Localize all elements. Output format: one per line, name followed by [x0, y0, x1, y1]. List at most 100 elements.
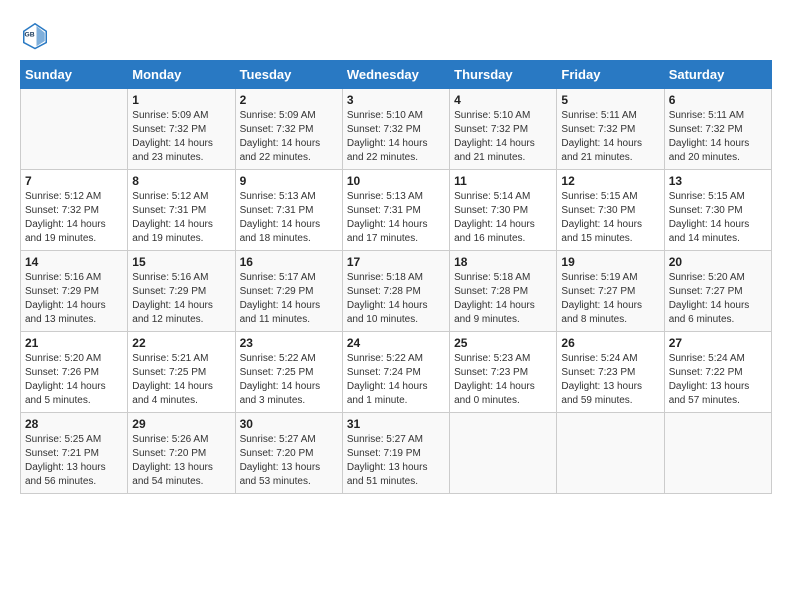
day-info: Sunrise: 5:15 AMSunset: 7:30 PMDaylight:…: [561, 190, 659, 246]
day-info: Sunrise: 5:10 AMSunset: 7:32 PMDaylight:…: [347, 109, 445, 165]
calendar-cell: 19 Sunrise: 5:19 AMSunset: 7:27 PMDayligh…: [557, 251, 664, 332]
day-number: 30: [240, 417, 338, 431]
day-number: 24: [347, 336, 445, 350]
day-info: Sunrise: 5:27 AMSunset: 7:20 PMDaylight:…: [240, 433, 338, 489]
calendar-cell: 30 Sunrise: 5:27 AMSunset: 7:20 PMDayligh…: [235, 413, 342, 494]
day-of-week-header: Tuesday: [235, 61, 342, 89]
day-of-week-header: Wednesday: [342, 61, 449, 89]
day-of-week-header: Thursday: [450, 61, 557, 89]
day-info: Sunrise: 5:24 AMSunset: 7:22 PMDaylight:…: [669, 352, 767, 408]
day-number: 9: [240, 174, 338, 188]
day-number: 19: [561, 255, 659, 269]
calendar-cell: 24Sunrise: 5:22 AMSunset: 7:24 PMDayligh…: [342, 332, 449, 413]
calendar-cell: [21, 89, 128, 170]
calendar-cell: 18Sunrise: 5:18 AMSunset: 7:28 PMDayligh…: [450, 251, 557, 332]
day-number: 13: [669, 174, 767, 188]
calendar-cell: 6Sunrise: 5:11 AMSunset: 7:32 PMDaylight…: [664, 89, 771, 170]
day-info: Sunrise: 5:16 AMSunset: 7:29 PMDaylight:…: [25, 271, 123, 327]
day-info: Sunrise: 5:12 AMSunset: 7:32 PMDaylight:…: [25, 190, 123, 246]
day-number: 15: [132, 255, 230, 269]
calendar-table: SundayMondayTuesdayWednesdayThursdayFrid…: [20, 60, 772, 494]
calendar-week-row: 21Sunrise: 5:20 AMSunset: 7:26 PMDayligh…: [21, 332, 772, 413]
day-info: Sunrise: 5:13 AMSunset: 7:31 PMDaylight:…: [347, 190, 445, 246]
day-number: 3: [347, 93, 445, 107]
day-number: 11: [454, 174, 552, 188]
day-of-week-header: Sunday: [21, 61, 128, 89]
day-number: 10: [347, 174, 445, 188]
day-number: 6: [669, 93, 767, 107]
day-of-week-header: Monday: [128, 61, 235, 89]
day-number: 8: [132, 174, 230, 188]
calendar-cell: 1 Sunrise: 5:09 AMSunset: 7:32 PMDaylight…: [128, 89, 235, 170]
days-of-week-row: SundayMondayTuesdayWednesdayThursdayFrid…: [21, 61, 772, 89]
day-of-week-header: Saturday: [664, 61, 771, 89]
calendar-cell: 31Sunrise: 5:27 AMSunset: 7:19 PMDayligh…: [342, 413, 449, 494]
day-info: Sunrise: 5:18 AMSunset: 7:28 PMDaylight:…: [347, 271, 445, 327]
day-number: 27: [669, 336, 767, 350]
calendar-cell: [557, 413, 664, 494]
day-info: Sunrise: 5:20 AMSunset: 7:26 PMDaylight:…: [25, 352, 123, 408]
calendar-cell: 20 Sunrise: 5:20 AMSunset: 7:27 PMDayligh…: [664, 251, 771, 332]
calendar-cell: 15 Sunrise: 5:16 AMSunset: 7:29 PMDayligh…: [128, 251, 235, 332]
logo-icon: GB: [20, 20, 50, 50]
day-info: Sunrise: 5:26 AMSunset: 7:20 PMDaylight:…: [132, 433, 230, 489]
calendar-cell: 3 Sunrise: 5:10 AMSunset: 7:32 PMDaylight…: [342, 89, 449, 170]
calendar-cell: 7 Sunrise: 5:12 AMSunset: 7:32 PMDaylight…: [21, 170, 128, 251]
day-info: Sunrise: 5:16 AMSunset: 7:29 PMDaylight:…: [132, 271, 230, 327]
day-number: 26: [561, 336, 659, 350]
day-info: Sunrise: 5:25 AMSunset: 7:21 PMDaylight:…: [25, 433, 123, 489]
day-number: 20: [669, 255, 767, 269]
calendar-week-row: 28Sunrise: 5:25 AMSunset: 7:21 PMDayligh…: [21, 413, 772, 494]
calendar-cell: 9 Sunrise: 5:13 AMSunset: 7:31 PMDaylight…: [235, 170, 342, 251]
day-number: 5: [561, 93, 659, 107]
day-number: 7: [25, 174, 123, 188]
calendar-week-row: 14 Sunrise: 5:16 AMSunset: 7:29 PMDayligh…: [21, 251, 772, 332]
day-info: Sunrise: 5:19 AMSunset: 7:27 PMDaylight:…: [561, 271, 659, 327]
calendar-cell: 14 Sunrise: 5:16 AMSunset: 7:29 PMDayligh…: [21, 251, 128, 332]
day-info: Sunrise: 5:11 AMSunset: 7:32 PMDaylight:…: [561, 109, 659, 165]
day-info: Sunrise: 5:10 AMSunset: 7:32 PMDaylight:…: [454, 109, 552, 165]
calendar-cell: 16Sunrise: 5:17 AMSunset: 7:29 PMDayligh…: [235, 251, 342, 332]
day-info: Sunrise: 5:24 AMSunset: 7:23 PMDaylight:…: [561, 352, 659, 408]
calendar-cell: 17 Sunrise: 5:18 AMSunset: 7:28 PMDayligh…: [342, 251, 449, 332]
day-number: 12: [561, 174, 659, 188]
day-info: Sunrise: 5:15 AMSunset: 7:30 PMDaylight:…: [669, 190, 767, 246]
calendar-cell: [450, 413, 557, 494]
calendar-week-row: 7 Sunrise: 5:12 AMSunset: 7:32 PMDaylight…: [21, 170, 772, 251]
day-of-week-header: Friday: [557, 61, 664, 89]
day-info: Sunrise: 5:12 AMSunset: 7:31 PMDaylight:…: [132, 190, 230, 246]
calendar-cell: [664, 413, 771, 494]
calendar-cell: 4 Sunrise: 5:10 AMSunset: 7:32 PMDaylight…: [450, 89, 557, 170]
day-number: 25: [454, 336, 552, 350]
calendar-cell: 25Sunrise: 5:23 AMSunset: 7:23 PMDayligh…: [450, 332, 557, 413]
calendar-cell: 5 Sunrise: 5:11 AMSunset: 7:32 PMDaylight…: [557, 89, 664, 170]
day-number: 4: [454, 93, 552, 107]
page-header: GB: [20, 20, 772, 50]
calendar-week-row: 1 Sunrise: 5:09 AMSunset: 7:32 PMDaylight…: [21, 89, 772, 170]
day-number: 22: [132, 336, 230, 350]
calendar-cell: 23Sunrise: 5:22 AMSunset: 7:25 PMDayligh…: [235, 332, 342, 413]
calendar-cell: 8 Sunrise: 5:12 AMSunset: 7:31 PMDaylight…: [128, 170, 235, 251]
calendar-cell: 12 Sunrise: 5:15 AMSunset: 7:30 PMDayligh…: [557, 170, 664, 251]
day-info: Sunrise: 5:09 AMSunset: 7:32 PMDaylight:…: [132, 109, 230, 165]
day-number: 14: [25, 255, 123, 269]
day-info: Sunrise: 5:27 AMSunset: 7:19 PMDaylight:…: [347, 433, 445, 489]
day-number: 2: [240, 93, 338, 107]
day-info: Sunrise: 5:21 AMSunset: 7:25 PMDaylight:…: [132, 352, 230, 408]
calendar-cell: 27 Sunrise: 5:24 AMSunset: 7:22 PMDayligh…: [664, 332, 771, 413]
calendar-body: 1 Sunrise: 5:09 AMSunset: 7:32 PMDaylight…: [21, 89, 772, 494]
calendar-cell: 29Sunrise: 5:26 AMSunset: 7:20 PMDayligh…: [128, 413, 235, 494]
day-info: Sunrise: 5:13 AMSunset: 7:31 PMDaylight:…: [240, 190, 338, 246]
calendar-cell: 21Sunrise: 5:20 AMSunset: 7:26 PMDayligh…: [21, 332, 128, 413]
calendar-cell: 26 Sunrise: 5:24 AMSunset: 7:23 PMDayligh…: [557, 332, 664, 413]
day-number: 17: [347, 255, 445, 269]
calendar-cell: 2Sunrise: 5:09 AMSunset: 7:32 PMDaylight…: [235, 89, 342, 170]
day-number: 18: [454, 255, 552, 269]
day-info: Sunrise: 5:20 AMSunset: 7:27 PMDaylight:…: [669, 271, 767, 327]
day-number: 23: [240, 336, 338, 350]
day-info: Sunrise: 5:17 AMSunset: 7:29 PMDaylight:…: [240, 271, 338, 327]
day-info: Sunrise: 5:14 AMSunset: 7:30 PMDaylight:…: [454, 190, 552, 246]
svg-text:GB: GB: [25, 32, 35, 39]
calendar-cell: 11 Sunrise: 5:14 AMSunset: 7:30 PMDayligh…: [450, 170, 557, 251]
day-number: 1: [132, 93, 230, 107]
